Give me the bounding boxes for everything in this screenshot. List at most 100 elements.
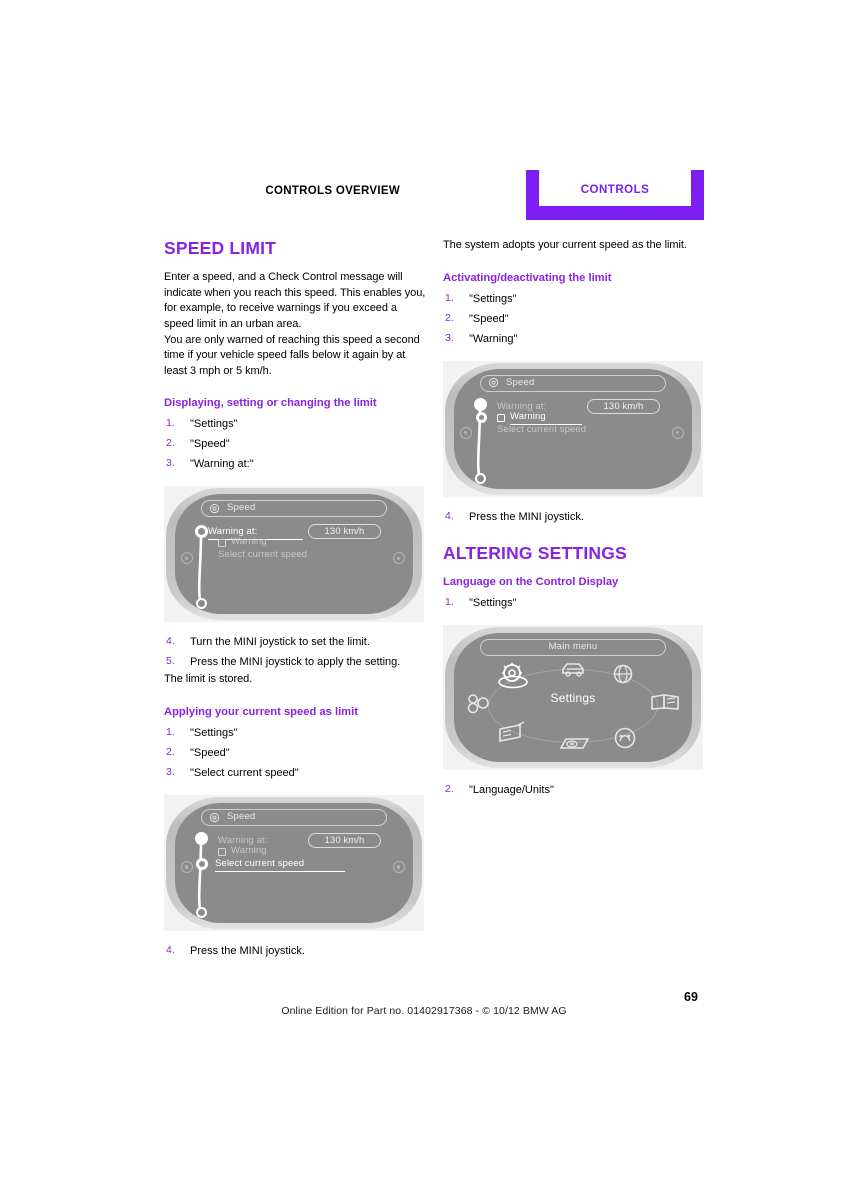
step-list-language: 1. "Settings" bbox=[443, 593, 707, 613]
step-number: 2. bbox=[445, 311, 454, 324]
step-number: 1. bbox=[445, 291, 454, 304]
right-indicator-icon bbox=[672, 426, 684, 439]
step-number: 3. bbox=[166, 766, 175, 779]
screen-title: Speed bbox=[227, 502, 256, 514]
right-intro-paragraph: The system adopts your current speed as … bbox=[443, 239, 687, 251]
left-indicator-icon bbox=[460, 426, 472, 439]
row-warning: Warning bbox=[231, 845, 267, 857]
list-item: 4. Press the MINI joystick. bbox=[164, 941, 428, 961]
list-item: 3. "Select current speed" bbox=[164, 763, 428, 783]
intro-paragraph-1: Enter a speed, and a Check Control messa… bbox=[164, 271, 426, 330]
figure-speed-warning: Speed Warning at: 130 km/h Warning Selec… bbox=[443, 360, 703, 497]
step-text: Turn the MINI joystick to set the limit. bbox=[190, 636, 370, 649]
screen-title: Speed bbox=[227, 811, 256, 823]
list-item: 2. "Speed" bbox=[443, 309, 707, 329]
step-number: 2. bbox=[445, 782, 454, 795]
right-indicator-icon bbox=[393, 861, 405, 874]
display-bezel: Speed Warning at: 130 km/h Warning Selec… bbox=[445, 362, 701, 495]
radio-icon bbox=[499, 721, 525, 742]
step-text: "Speed" bbox=[469, 312, 509, 325]
tab-bracket-bottom bbox=[526, 206, 704, 220]
chapter-tab: CONTROLS bbox=[526, 170, 704, 220]
step-list-displaying: 1. "Settings" 2. "Speed" 3. "Warning at:… bbox=[164, 414, 428, 474]
heading-displaying-setting: Displaying, setting or changing the limi… bbox=[164, 397, 377, 410]
step-list-applying: 1. "Settings" 2. "Speed" 3. "Select curr… bbox=[164, 723, 428, 783]
telephone-icon bbox=[467, 694, 489, 714]
entertainment-icon bbox=[614, 727, 636, 749]
step-text: "Settings" bbox=[469, 596, 517, 609]
heading-activating-deactivating: Activating/deactivating the limit bbox=[443, 271, 612, 284]
section-title-altering-settings: ALTERING SETTINGS bbox=[443, 542, 627, 563]
list-item: 5. Press the MINI joystick to apply the … bbox=[164, 652, 428, 672]
row-select-current-speed: Select current speed bbox=[218, 549, 308, 561]
figure-speed-warning-at: Speed Warning at: 130 km/h Warning Selec… bbox=[164, 486, 424, 623]
step-text: "Language/Units" bbox=[469, 783, 554, 796]
step-list-activating-after: 4. Press the MINI joystick. bbox=[443, 507, 707, 527]
list-item: 1. "Settings" bbox=[443, 289, 707, 309]
step-text: Press the MINI joystick. bbox=[190, 945, 305, 958]
step-text: "Warning" bbox=[469, 332, 518, 345]
row-select-current-speed: Select current speed bbox=[215, 858, 345, 873]
limit-stored-note: The limit is stored. bbox=[164, 673, 253, 686]
vehicle-icon bbox=[562, 663, 584, 677]
right-column: The system adopts your current speed as … bbox=[443, 238, 707, 800]
step-number: 3. bbox=[445, 331, 454, 344]
globe-navigation-icon bbox=[613, 664, 633, 684]
display-screen: Speed Warning at: 130 km/h Warning Selec… bbox=[175, 803, 413, 924]
page-header: CONTROLS OVERVIEW CONTROLS bbox=[0, 170, 848, 222]
step-number: 1. bbox=[445, 595, 454, 608]
step-number: 4. bbox=[166, 635, 175, 648]
figure-main-menu: Main menu Settings bbox=[443, 624, 703, 770]
display-screen: Main menu Settings bbox=[454, 632, 692, 762]
step-text: "Settings" bbox=[469, 292, 517, 305]
step-text: "Settings" bbox=[190, 727, 238, 740]
step-number: 3. bbox=[166, 457, 175, 470]
step-number: 5. bbox=[166, 655, 175, 668]
list-item: 1. "Settings" bbox=[443, 593, 707, 613]
settings-gear-icon bbox=[498, 662, 528, 689]
figure-speed-select-current: Speed Warning at: 130 km/h Warning Selec… bbox=[164, 795, 424, 932]
media-cd-icon bbox=[559, 738, 590, 749]
list-item: 2. "Language/Units" bbox=[443, 780, 707, 800]
display-bezel: Speed Warning at: 130 km/h Warning Selec… bbox=[166, 797, 422, 930]
screen-title: Speed bbox=[506, 376, 535, 388]
heading-applying-current-speed: Applying your current speed as limit bbox=[164, 706, 358, 719]
display-bezel: Speed Warning at: 130 km/h Warning Selec… bbox=[166, 488, 422, 621]
settings-gear-icon bbox=[209, 503, 220, 514]
intro-paragraph-2: You are only warned of reaching this spe… bbox=[164, 333, 420, 377]
settings-gear-icon bbox=[488, 378, 499, 388]
step-list-displaying-after: 4. Turn the MINI joystick to set the lim… bbox=[164, 632, 428, 672]
footer-edition-note: Online Edition for Part no. 01402917368 … bbox=[281, 1005, 567, 1017]
heading-language-control-display: Language on the Control Display bbox=[443, 575, 619, 588]
step-text: "Speed" bbox=[190, 438, 230, 451]
step-number: 4. bbox=[166, 944, 175, 957]
step-number: 4. bbox=[445, 509, 454, 522]
list-item: 3. "Warning" bbox=[443, 329, 707, 349]
left-column: SPEED LIMIT Enter a speed, and a Check C… bbox=[164, 238, 428, 961]
right-indicator-icon bbox=[393, 552, 405, 565]
row-select-current-speed: Select current speed bbox=[497, 423, 587, 435]
display-screen: Speed Warning at: 130 km/h Warning Selec… bbox=[175, 494, 413, 615]
speed-value-pill: 130 km/h bbox=[587, 398, 660, 414]
step-number: 2. bbox=[166, 437, 175, 450]
step-number: 1. bbox=[166, 417, 175, 430]
step-text: "Warning at:" bbox=[190, 458, 254, 471]
list-item: 2. "Speed" bbox=[164, 743, 428, 763]
book-manual-icon bbox=[651, 693, 679, 710]
header-section-label: CONTROLS OVERVIEW bbox=[265, 185, 400, 197]
step-list-activating: 1. "Settings" 2. "Speed" 3. "Warning" bbox=[443, 289, 707, 349]
row-warning: Warning bbox=[510, 411, 582, 425]
list-item: 4. Turn the MINI joystick to set the lim… bbox=[164, 632, 428, 652]
list-item: 1. "Settings" bbox=[164, 414, 428, 434]
step-text: "Speed" bbox=[190, 747, 230, 760]
screen-title: Main menu bbox=[548, 640, 598, 652]
list-item: 4. Press the MINI joystick. bbox=[443, 507, 707, 527]
selector-knob-end bbox=[475, 472, 486, 484]
step-number: 1. bbox=[166, 726, 175, 739]
step-number: 2. bbox=[166, 746, 175, 759]
list-item: 2. "Speed" bbox=[164, 434, 428, 454]
list-item: 3. "Warning at:" bbox=[164, 454, 428, 474]
speed-value-pill: 130 km/h bbox=[308, 524, 381, 540]
page-number: 69 bbox=[684, 990, 698, 1004]
list-item: 1. "Settings" bbox=[164, 723, 428, 743]
